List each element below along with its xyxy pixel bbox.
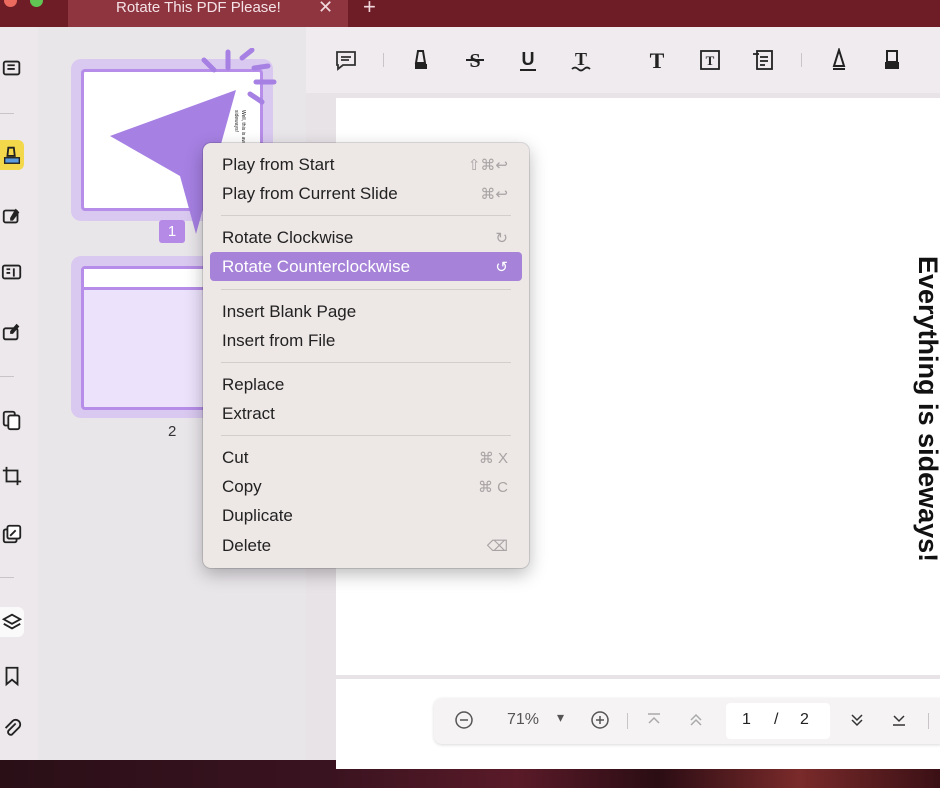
menu-item-insert-blank-page[interactable]: Insert Blank Page [210, 297, 522, 326]
pencil-icon[interactable] [824, 47, 854, 73]
new-tab-button[interactable]: + [363, 0, 376, 20]
toolbar-divider [383, 53, 384, 67]
menu-item-label: Extract [222, 404, 275, 423]
first-page-icon[interactable] [646, 710, 662, 735]
underline-icon[interactable]: U [513, 47, 543, 73]
menu-item-play-from-start[interactable]: Play from Start ⇧⌘↩ [210, 150, 522, 179]
menu-item-label: Play from Start [222, 155, 335, 174]
bookmark-icon[interactable] [0, 661, 24, 691]
menu-item-label: Cut [222, 448, 249, 467]
tab-title: Rotate This PDF Please! [116, 0, 281, 16]
organize-pages-icon[interactable] [0, 405, 24, 435]
last-page-icon[interactable] [891, 710, 907, 735]
previous-page-icon[interactable] [688, 710, 704, 735]
attachment-icon[interactable] [0, 714, 24, 744]
svg-text:T: T [575, 49, 587, 69]
menu-item-shortcut: ⌘ C [478, 479, 508, 496]
total-pages: 2 [800, 711, 809, 728]
menu-separator [221, 289, 511, 290]
toolbar-divider [928, 713, 929, 729]
annotation-toolbar: S U T T T [306, 27, 940, 93]
menu-item-rotate-counterclockwise[interactable]: Rotate Counterclockwise ↺ [210, 252, 522, 281]
zoom-level[interactable]: 71% [507, 711, 539, 729]
thumbnail-2-number: 2 [168, 423, 177, 440]
form-icon[interactable] [0, 257, 24, 287]
current-page: 1 [742, 711, 751, 728]
highlighter-icon[interactable] [0, 140, 24, 170]
menu-separator [221, 215, 511, 216]
toolbar-divider [627, 713, 628, 729]
menu-item-shortcut: ⌘↩ [480, 186, 508, 203]
menu-separator [221, 362, 511, 363]
title-bar: Rotate This PDF Please! ✕ + [0, 0, 940, 27]
squiggly-underline-icon[interactable]: T [566, 47, 596, 73]
menu-item-label: Rotate Clockwise [222, 228, 354, 247]
menu-item-shortcut: ⌘ X [478, 450, 508, 467]
menu-item-label: Replace [222, 375, 285, 394]
thumbnail-1-number: 1 [159, 220, 185, 243]
menu-item-duplicate[interactable]: Duplicate [210, 501, 522, 530]
left-toolbar [0, 27, 39, 760]
strikethrough-icon[interactable]: S [460, 47, 490, 73]
menu-item-extract[interactable]: Extract [210, 399, 522, 428]
edit-text-icon[interactable] [0, 201, 24, 231]
menu-item-label: Duplicate [222, 506, 293, 525]
text-icon[interactable]: T [642, 47, 672, 73]
svg-text:U: U [522, 49, 535, 69]
menu-item-shortcut: ⇧⌘↩ [467, 157, 508, 174]
zoom-in-icon[interactable] [590, 710, 610, 735]
svg-text:T: T [706, 53, 715, 68]
crop-icon[interactable] [0, 461, 24, 491]
menu-item-delete[interactable]: Delete ⌫ [210, 531, 522, 560]
layers-icon[interactable] [0, 607, 24, 637]
menu-item-insert-from-file[interactable]: Insert from File [210, 326, 522, 355]
toolbar-divider [0, 577, 14, 578]
menu-item-play-from-current-slide[interactable]: Play from Current Slide ⌘↩ [210, 179, 522, 208]
page-number-field[interactable]: 1 / 2 [726, 703, 830, 739]
zoom-dropdown-icon[interactable]: ▾ [557, 709, 564, 726]
page-separator: / [774, 711, 779, 728]
menu-item-replace[interactable]: Replace [210, 370, 522, 399]
menu-separator [221, 435, 511, 436]
toolbar-divider [0, 113, 14, 114]
zoom-window-button[interactable] [30, 0, 43, 7]
delete-icon: ⌫ [486, 538, 508, 555]
rotate-counterclockwise-icon: ↺ [495, 259, 508, 276]
toolbar-divider [0, 376, 14, 377]
menu-item-rotate-clockwise[interactable]: Rotate Clockwise ↻ [210, 223, 522, 252]
page-text: Everything is sideways! [913, 256, 940, 563]
toolbar-divider [801, 53, 802, 67]
comment-icon[interactable] [331, 47, 361, 73]
menu-item-label: Insert Blank Page [222, 302, 357, 321]
text-callout-icon[interactable] [748, 47, 778, 73]
menu-item-cut[interactable]: Cut ⌘ X [210, 443, 522, 472]
eraser-icon[interactable] [877, 47, 907, 73]
menu-item-copy[interactable]: Copy ⌘ C [210, 472, 522, 501]
menu-item-label: Delete [222, 536, 272, 555]
rotate-clockwise-icon: ↻ [495, 230, 508, 247]
menu-item-label: Rotate Counterclockwise [222, 257, 411, 276]
sign-icon[interactable] [0, 317, 24, 347]
menu-item-label: Insert from File [222, 331, 336, 350]
next-page-icon[interactable] [849, 710, 865, 735]
svg-text:T: T [650, 48, 665, 72]
zoom-out-icon[interactable] [454, 710, 474, 735]
menu-item-label: Play from Current Slide [222, 184, 398, 203]
compress-icon[interactable] [0, 519, 24, 549]
document-tab[interactable]: Rotate This PDF Please! ✕ [68, 0, 348, 27]
page-navigation-bar: 71% ▾ 1 / 2 [434, 698, 940, 744]
menu-item-label: Copy [222, 477, 262, 496]
text-box-icon[interactable]: T [695, 47, 725, 73]
close-window-button[interactable] [4, 0, 17, 7]
reader-icon[interactable] [0, 53, 24, 83]
close-tab-icon[interactable]: ✕ [318, 0, 333, 18]
page-context-menu: Play from Start ⇧⌘↩ Play from Current Sl… [203, 143, 529, 568]
highlighter-icon[interactable] [406, 47, 436, 73]
